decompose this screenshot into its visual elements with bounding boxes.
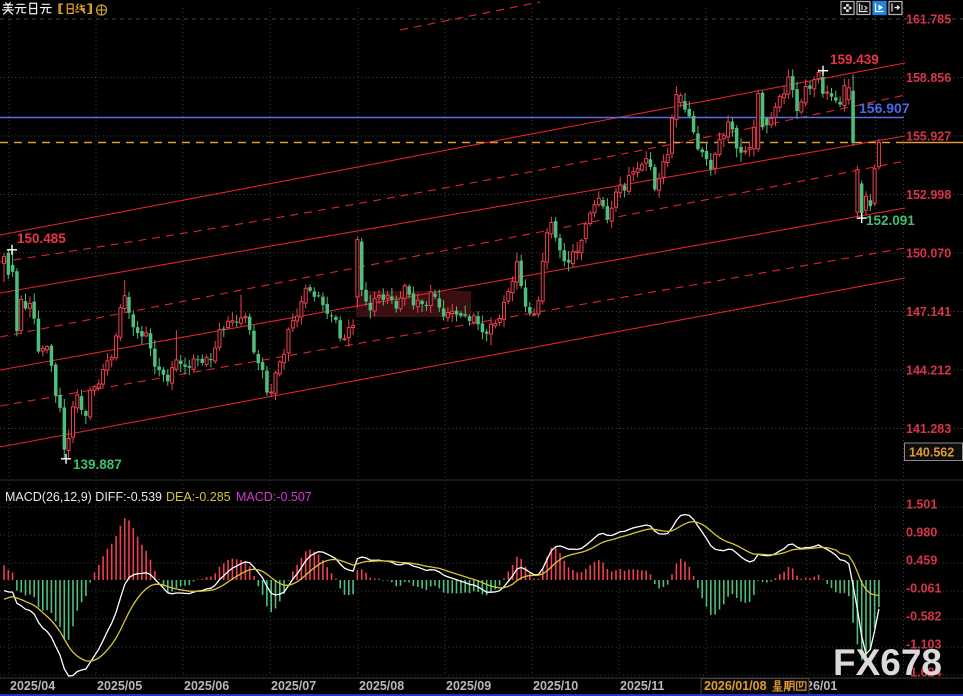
svg-text:147.141: 147.141 (906, 305, 951, 319)
svg-text:DEA:-0.285: DEA:-0.285 (166, 490, 231, 504)
svg-text:152.998: 152.998 (906, 188, 951, 202)
svg-text:139.887: 139.887 (73, 457, 122, 472)
svg-text:161.785: 161.785 (906, 13, 951, 27)
svg-text:2025/08: 2025/08 (359, 679, 404, 693)
svg-text:2025/07: 2025/07 (271, 679, 316, 693)
svg-text:158.856: 158.856 (906, 71, 951, 85)
svg-text:2025/05: 2025/05 (97, 679, 142, 693)
svg-text:155.927: 155.927 (906, 130, 951, 144)
svg-text:2025/10: 2025/10 (533, 679, 578, 693)
svg-text:141.283: 141.283 (906, 422, 951, 436)
svg-text:2025/04: 2025/04 (10, 679, 55, 693)
svg-text:MACD(26,12,9) DIFF:-0.539: MACD(26,12,9) DIFF:-0.539 (5, 490, 162, 504)
svg-text:-0.061: -0.061 (906, 582, 941, 596)
svg-text:152.091: 152.091 (866, 213, 915, 228)
svg-text:FX678: FX678 (833, 642, 942, 683)
svg-text:1.501: 1.501 (906, 498, 937, 512)
svg-text:156.907: 156.907 (859, 100, 910, 116)
svg-text:0.980: 0.980 (906, 526, 937, 540)
svg-text:150.070: 150.070 (906, 247, 951, 261)
svg-text:140.562: 140.562 (909, 446, 954, 460)
svg-text:144.212: 144.212 (906, 364, 951, 378)
svg-text:2025/06: 2025/06 (184, 679, 229, 693)
svg-text:150.485: 150.485 (17, 231, 66, 246)
svg-text:0.459: 0.459 (906, 554, 937, 568)
svg-text:2025/11: 2025/11 (620, 679, 665, 693)
svg-text:-0.582: -0.582 (906, 610, 941, 624)
svg-text:159.439: 159.439 (830, 52, 879, 67)
svg-text:2026/01/08: 2026/01/08 (704, 679, 767, 693)
svg-text:MACD:-0.507: MACD:-0.507 (236, 490, 312, 504)
svg-text:2025/09: 2025/09 (446, 679, 491, 693)
